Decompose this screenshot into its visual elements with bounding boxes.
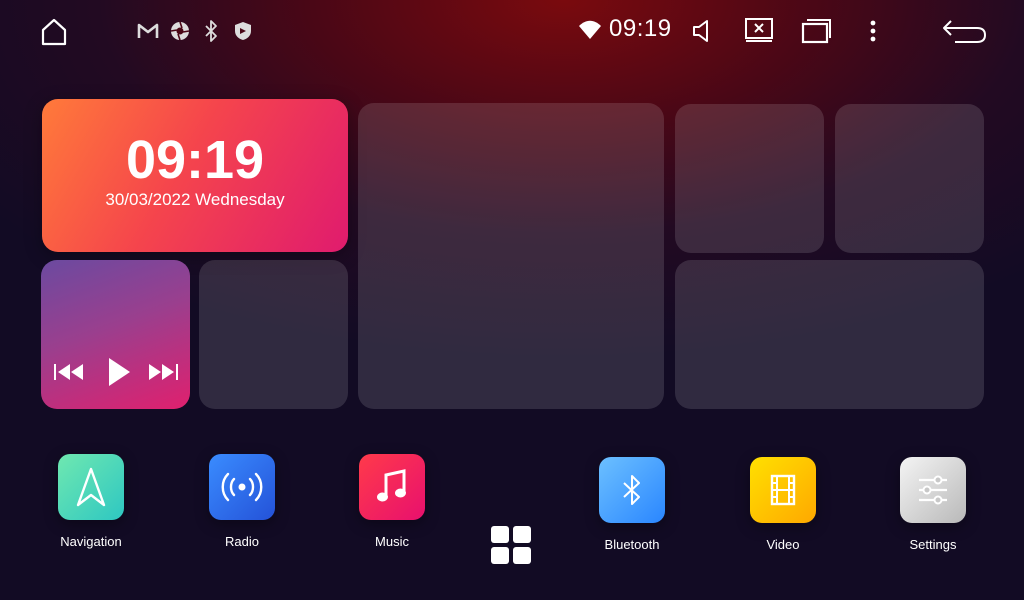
app-settings[interactable]: Settings	[873, 457, 993, 552]
shield-icon	[231, 19, 255, 43]
app-bluetooth[interactable]: Bluetooth	[572, 457, 692, 552]
radio-icon	[209, 454, 275, 520]
video-icon	[750, 457, 816, 523]
status-time: 09:19	[609, 15, 672, 42]
navigation-icon	[58, 454, 124, 520]
more-icon	[870, 20, 876, 42]
home-button[interactable]	[38, 16, 70, 48]
app-music[interactable]: Music	[332, 454, 452, 549]
clock-time: 09:19	[125, 130, 265, 190]
app-label: Navigation	[60, 534, 122, 549]
bluetooth-icon	[200, 17, 222, 45]
bluetooth-icon	[599, 457, 665, 523]
recent-apps-icon	[801, 19, 831, 44]
recent-apps-button[interactable]	[800, 16, 832, 46]
app-label: Settings	[909, 537, 957, 552]
play-icon	[109, 358, 130, 386]
widget-slot-small-2[interactable]	[675, 104, 824, 253]
app-label: Bluetooth	[604, 537, 660, 552]
home-icon	[41, 18, 67, 46]
app-video[interactable]: Video	[723, 457, 843, 552]
volume-icon	[693, 20, 708, 42]
clock-date: 30/03/2022 Wednesday	[105, 190, 285, 209]
back-button[interactable]	[940, 16, 988, 46]
app-navigation[interactable]: Navigation	[31, 454, 151, 549]
widget-slot-large[interactable]	[358, 103, 664, 409]
settings-icon	[900, 457, 966, 523]
widget-slot-small-1[interactable]	[199, 260, 348, 409]
gmail-icon	[136, 20, 160, 42]
next-icon	[149, 364, 178, 380]
wifi-icon	[577, 18, 603, 42]
screen-off-icon	[745, 18, 773, 42]
app-radio[interactable]: Radio	[182, 454, 302, 549]
back-icon	[943, 20, 986, 43]
widget-slot-wide[interactable]	[675, 260, 984, 409]
next-button[interactable]	[145, 358, 181, 386]
app-label: Radio	[225, 534, 259, 549]
widget-slot-small-3[interactable]	[835, 104, 984, 253]
app-label: Music	[375, 534, 409, 549]
app-grid-icon	[491, 526, 531, 564]
app-label: Video	[766, 537, 800, 552]
previous-icon	[54, 364, 83, 380]
music-icon	[359, 454, 425, 520]
clock-widget[interactable]: 09:19 30/03/2022 Wednesday	[42, 99, 348, 252]
volume-button[interactable]	[689, 16, 715, 46]
media-widget[interactable]	[41, 260, 190, 409]
app-drawer-button[interactable]	[489, 524, 535, 568]
screen-off-button[interactable]	[743, 15, 775, 45]
more-button[interactable]	[862, 18, 884, 44]
previous-button[interactable]	[51, 358, 87, 386]
aperture-icon	[168, 19, 192, 43]
play-button[interactable]	[101, 354, 137, 390]
